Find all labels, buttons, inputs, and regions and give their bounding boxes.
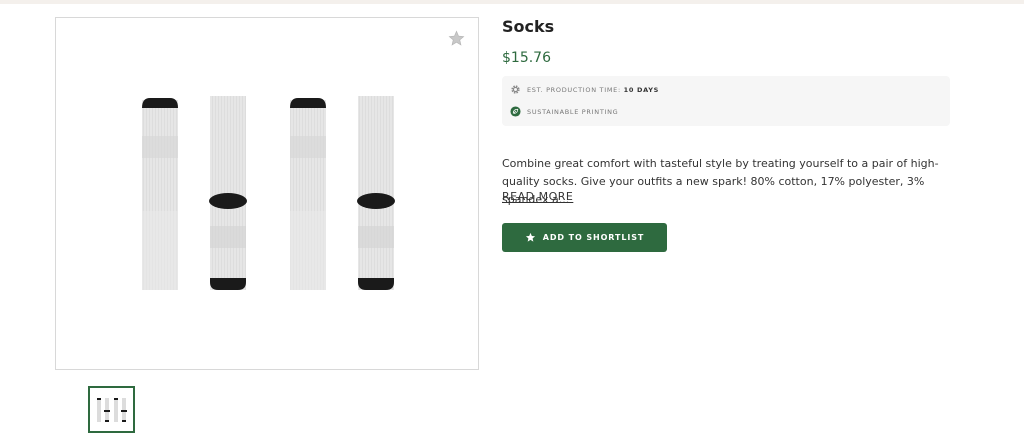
main-product-image bbox=[142, 96, 395, 290]
read-more-link[interactable]: READ MORE bbox=[502, 190, 573, 203]
product-title: Socks bbox=[502, 17, 555, 36]
leaf-icon bbox=[510, 106, 521, 117]
favorite-button[interactable] bbox=[446, 28, 466, 48]
sock-front-2 bbox=[357, 96, 395, 290]
star-icon bbox=[448, 30, 464, 46]
production-time-label: EST. PRODUCTION TIME: bbox=[527, 85, 621, 94]
star-icon bbox=[525, 232, 535, 242]
sustainable-printing-label: SUSTAINABLE PRINTING bbox=[527, 107, 619, 116]
thumbnail-image bbox=[96, 397, 127, 422]
gear-icon bbox=[510, 84, 521, 95]
production-time-value: 10 DAYS bbox=[623, 85, 660, 94]
product-price: $15.76 bbox=[502, 50, 551, 66]
product-image-viewer bbox=[55, 17, 479, 370]
add-to-shortlist-label: ADD TO SHORTLIST bbox=[542, 233, 645, 242]
production-time-row: EST. PRODUCTION TIME: 10 DAYS bbox=[510, 84, 659, 95]
product-thumbnail[interactable] bbox=[88, 386, 135, 433]
product-meta-box: EST. PRODUCTION TIME: 10 DAYS SUSTAINABL… bbox=[502, 76, 950, 126]
add-to-shortlist-button[interactable]: ADD TO SHORTLIST bbox=[502, 223, 667, 252]
top-strip bbox=[0, 0, 1024, 4]
sock-front-1 bbox=[209, 96, 247, 290]
sock-back-1 bbox=[142, 98, 178, 290]
sock-back-2 bbox=[290, 98, 326, 290]
sustainable-printing-row: SUSTAINABLE PRINTING bbox=[510, 106, 618, 117]
